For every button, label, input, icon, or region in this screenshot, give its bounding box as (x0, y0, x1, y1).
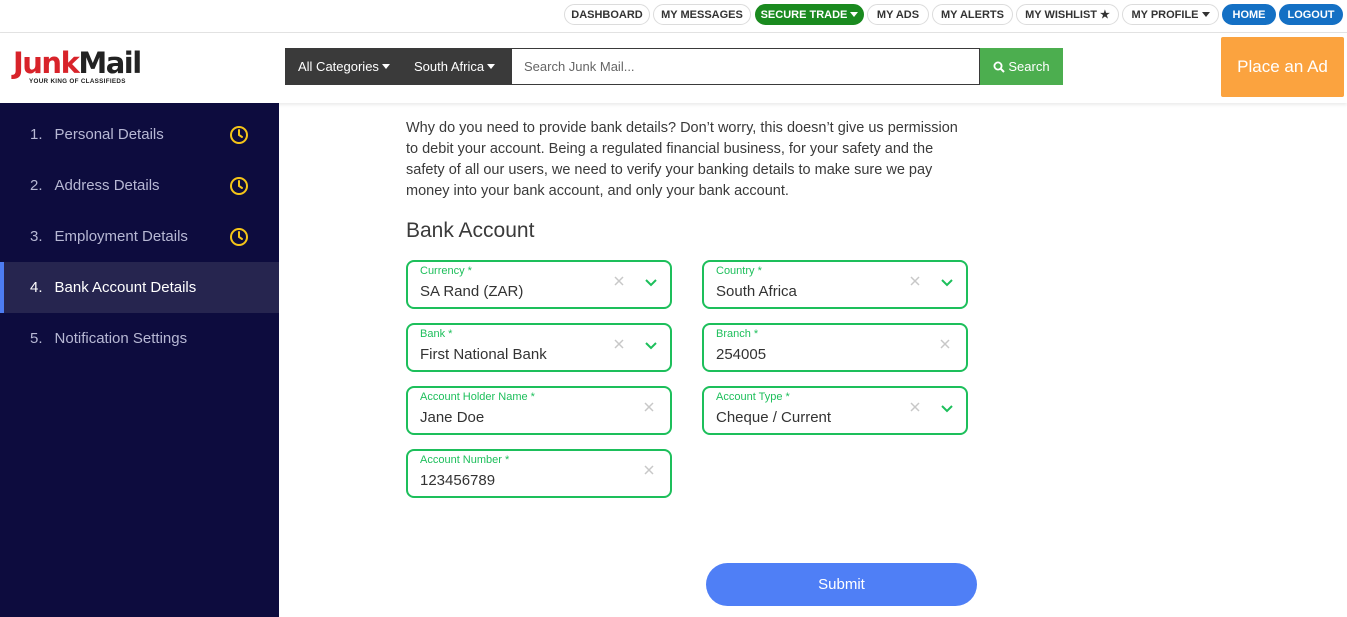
bank-select[interactable]: Bank * First National Bank (406, 323, 672, 372)
field-value: SA Rand (ZAR) (420, 283, 524, 300)
step-number: 4. (30, 279, 43, 296)
secure-trade-dropdown[interactable]: SECURE TRADE (755, 4, 864, 25)
field-label: Country * (716, 265, 762, 277)
clock-icon (230, 176, 248, 195)
search-button-label: Search (1008, 59, 1050, 74)
logo-wordmark: JunkMail (13, 46, 142, 80)
category-label: All Categories (298, 59, 379, 74)
my-alerts-label: MY ALERTS (941, 8, 1004, 21)
region-dropdown[interactable]: South Africa (402, 48, 512, 85)
dashboard-label: DASHBOARD (571, 8, 643, 21)
clear-icon[interactable] (612, 274, 626, 288)
clear-icon[interactable] (642, 463, 656, 477)
section-title: Bank Account (406, 219, 535, 242)
step-number: 5. (30, 330, 43, 347)
field-label: Branch * (716, 328, 759, 340)
caret-down-icon (381, 64, 390, 69)
sidebar-item-personal-details[interactable]: 1. Personal Details (0, 109, 279, 160)
step-number: 1. (30, 126, 43, 143)
region-label: South Africa (414, 59, 485, 74)
star-icon: ★ (1100, 9, 1110, 21)
field-value: 254005 (716, 346, 767, 363)
logo-mail: Mail (78, 46, 142, 80)
steps-sidebar: 1. Personal Details 2. Address Details 3… (0, 103, 279, 617)
submit-label: Submit (818, 576, 865, 593)
branch-field[interactable]: Branch * 254005 (702, 323, 968, 372)
junkmail-logo[interactable]: JunkMail YOUR KING OF CLASSIFIEDS (13, 46, 142, 89)
sidebar-item-bank-account-details[interactable]: 4. Bank Account Details (0, 262, 279, 313)
account-type-select[interactable]: Account Type * Cheque / Current (702, 386, 968, 435)
dashboard-link[interactable]: DASHBOARD (564, 4, 650, 25)
place-an-ad-label: Place an Ad (1237, 57, 1328, 76)
field-label: Account Holder Name * (420, 391, 535, 403)
logout-button[interactable]: LOGOUT (1279, 4, 1343, 25)
field-label: Account Number * (420, 454, 510, 466)
sidebar-item-employment-details[interactable]: 3. Employment Details (0, 211, 279, 262)
sidebar-item-label: Personal Details (54, 126, 164, 143)
caret-down-icon (487, 64, 496, 69)
home-button[interactable]: HOME (1222, 4, 1276, 25)
chevron-down-icon[interactable] (644, 341, 658, 351)
field-label: Account Type * (716, 391, 790, 403)
step-number: 2. (30, 177, 43, 194)
secure-trade-label: SECURE TRADE (760, 8, 848, 21)
place-an-ad-button[interactable]: Place an Ad (1221, 37, 1344, 97)
sidebar-item-label: Notification Settings (54, 330, 188, 347)
search-input[interactable] (512, 48, 980, 85)
my-ads-label: MY ADS (876, 8, 920, 21)
my-alerts-link[interactable]: MY ALERTS (932, 4, 1013, 25)
logout-label: LOGOUT (1287, 8, 1335, 21)
clear-icon[interactable] (908, 274, 922, 288)
sidebar-item-address-details[interactable]: 2. Address Details (0, 160, 279, 211)
my-ads-link[interactable]: MY ADS (867, 4, 929, 25)
clear-icon[interactable] (642, 400, 656, 414)
clock-icon (230, 227, 248, 246)
my-profile-label: MY PROFILE (1131, 8, 1199, 21)
clear-icon[interactable] (908, 400, 922, 414)
field-label: Bank * (420, 328, 453, 340)
field-value: Cheque / Current (716, 409, 832, 426)
field-value: First National Bank (420, 346, 547, 363)
home-label: HOME (1232, 8, 1266, 21)
logo-tagline: YOUR KING OF CLASSIFIEDS (29, 78, 126, 85)
my-messages-label: MY MESSAGES (661, 8, 743, 21)
sidebar-item-label: Bank Account Details (54, 279, 197, 296)
category-dropdown[interactable]: All Categories (285, 48, 402, 85)
currency-select[interactable]: Currency * SA Rand (ZAR) (406, 260, 672, 309)
search-button[interactable]: Search (980, 48, 1063, 85)
sidebar-item-label: Address Details (54, 177, 160, 194)
account-holder-name-field[interactable]: Account Holder Name * Jane Doe (406, 386, 672, 435)
search-bar: All Categories South Africa Search (285, 48, 1063, 85)
logo-junk: Junk (13, 46, 80, 80)
account-number-field[interactable]: Account Number * 123456789 (406, 449, 672, 498)
my-messages-link[interactable]: MY MESSAGES (653, 4, 751, 25)
my-wishlist-label: MY WISHLIST (1025, 8, 1098, 21)
my-wishlist-link[interactable]: MY WISHLIST ★ (1016, 4, 1119, 25)
site-header: JunkMail YOUR KING OF CLASSIFIEDS All Ca… (0, 33, 1347, 103)
clear-icon[interactable] (938, 337, 952, 351)
search-icon (993, 61, 1006, 73)
field-value: 123456789 (420, 472, 496, 489)
caret-down-icon (1201, 12, 1210, 17)
bank-details-form: Why do you need to provide bank details?… (279, 103, 1347, 617)
field-label: Currency * (420, 265, 472, 277)
sidebar-item-label: Employment Details (54, 228, 188, 245)
field-value: South Africa (716, 283, 797, 300)
sidebar-item-notification-settings[interactable]: 5. Notification Settings (0, 313, 279, 364)
caret-down-icon (850, 12, 859, 17)
chevron-down-icon[interactable] (940, 404, 954, 414)
submit-button[interactable]: Submit (706, 563, 977, 606)
step-number: 3. (30, 228, 43, 245)
clear-icon[interactable] (612, 337, 626, 351)
country-select[interactable]: Country * South Africa (702, 260, 968, 309)
chevron-down-icon[interactable] (644, 278, 658, 288)
intro-text: Why do you need to provide bank details?… (406, 120, 958, 199)
my-profile-dropdown[interactable]: MY PROFILE (1122, 4, 1219, 25)
top-navigation: DASHBOARD MY MESSAGES SECURE TRADE MY AD… (0, 0, 1347, 33)
clock-icon (230, 125, 248, 144)
field-value: Jane Doe (420, 409, 485, 426)
chevron-down-icon[interactable] (940, 278, 954, 288)
